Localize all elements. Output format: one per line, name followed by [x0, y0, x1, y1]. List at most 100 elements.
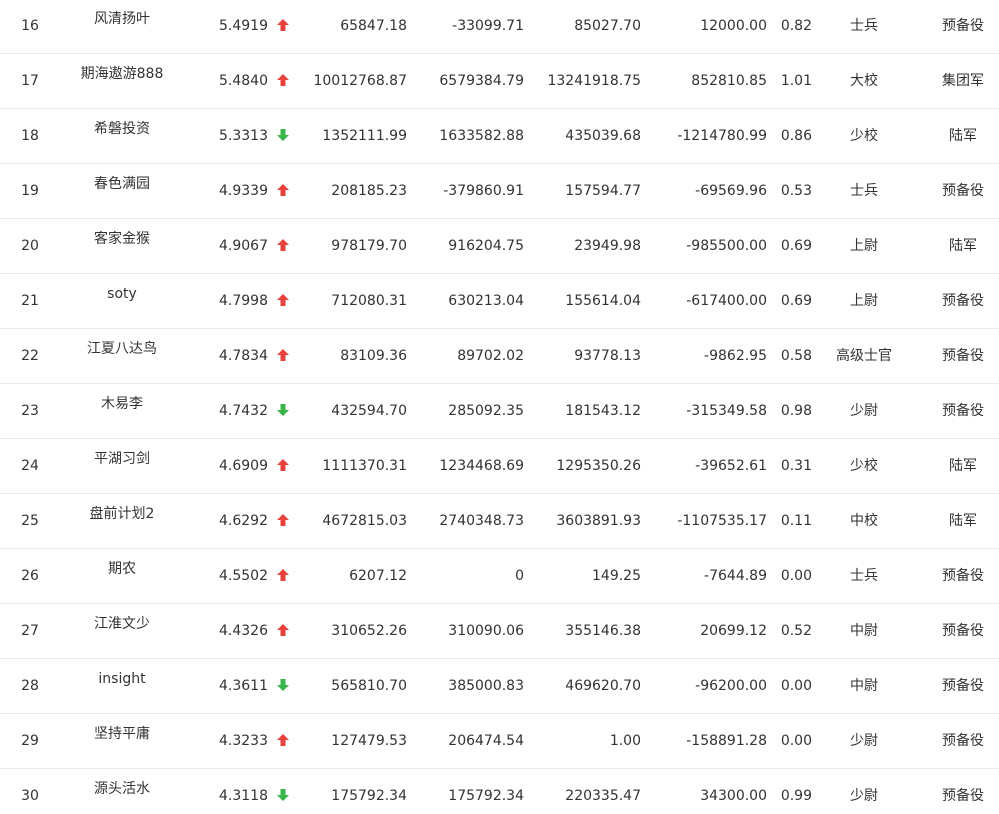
table-row: 17 期海遨游888 5.4840 10012768.87 6579384.79 1324…: [0, 54, 999, 109]
ratio-cell: 0.00: [780, 678, 812, 694]
value-4-cell: -158891.28: [686, 733, 767, 749]
rank-cell: 30: [21, 788, 39, 804]
score-cell: 4.3118: [219, 788, 268, 804]
table-row: 29 坚持平庸 4.3233 127479.53 206474.54 1.00 -15889…: [0, 714, 999, 769]
table-row: 18 希磐投资 5.3313 1352111.99 1633582.88 435039.6…: [0, 109, 999, 164]
value-1-cell: 712080.31: [331, 293, 407, 309]
user-name-link[interactable]: 希磐投资: [62, 102, 182, 157]
table-row: 20 客家金猴 4.9067 978179.70 916204.75 23949.98 -9…: [0, 219, 999, 274]
ratio-cell: 0.31: [780, 458, 812, 474]
arrow-up-icon: [274, 604, 292, 659]
value-3-cell: 355146.38: [565, 623, 641, 639]
ratio-cell: 0.52: [780, 623, 812, 639]
user-name-link[interactable]: soty: [62, 267, 182, 322]
user-name-link[interactable]: 平湖习剑: [62, 432, 182, 487]
rank-cell: 20: [21, 238, 39, 254]
value-3-cell: 155614.04: [565, 293, 641, 309]
rank-cell: 25: [21, 513, 39, 529]
military-rank-cell: 上尉: [850, 293, 878, 309]
user-name-link[interactable]: 期农: [62, 542, 182, 597]
score-cell: 4.7834: [219, 348, 268, 364]
value-1-cell: 1352111.99: [322, 128, 407, 144]
value-3-cell: 13241918.75: [547, 73, 641, 89]
table-row: 22 江夏八达鸟 4.7834 83109.36 89702.02 93778.13 -98…: [0, 329, 999, 384]
military-rank-cell: 中校: [850, 513, 878, 529]
table-row: 28 insight 4.3611 565810.70 385000.83 469620.…: [0, 659, 999, 714]
value-4-cell: -69569.96: [695, 183, 767, 199]
military-rank-cell: 士兵: [850, 18, 878, 34]
value-2-cell: 2740348.73: [439, 513, 524, 529]
ratio-cell: 0.11: [780, 513, 812, 529]
table-row: 23 木易李 4.7432 432594.70 285092.35 181543.12 -3…: [0, 384, 999, 439]
rank-cell: 29: [21, 733, 39, 749]
table-row: 26 期农 4.5502 6207.12 0 149.25 -7644.89 0.00 士兵 预备…: [0, 549, 999, 604]
army-cell: 预备役: [942, 678, 984, 694]
value-2-cell: 1633582.88: [439, 128, 524, 144]
value-1-cell: 175792.34: [331, 788, 407, 804]
value-1-cell: 127479.53: [331, 733, 407, 749]
value-2-cell: 89702.02: [457, 348, 524, 364]
military-rank-cell: 少校: [850, 458, 878, 474]
user-name-link[interactable]: 风清扬叶: [62, 0, 182, 47]
score-cell: 4.6909: [219, 458, 268, 474]
military-rank-cell: 大校: [850, 73, 878, 89]
arrow-up-icon: [274, 274, 292, 329]
arrow-up-icon: [274, 714, 292, 769]
ratio-cell: 0.69: [780, 293, 812, 309]
military-rank-cell: 少校: [850, 128, 878, 144]
user-name-link[interactable]: 客家金猴: [62, 212, 182, 267]
value-3-cell: 435039.68: [565, 128, 641, 144]
value-2-cell: 385000.83: [448, 678, 524, 694]
value-3-cell: 181543.12: [565, 403, 641, 419]
value-4-cell: 12000.00: [700, 18, 767, 34]
user-name-link[interactable]: 春色满园: [62, 157, 182, 212]
military-rank-cell: 少尉: [850, 403, 878, 419]
user-name-link[interactable]: 期海遨游888: [62, 47, 182, 102]
value-1-cell: 432594.70: [331, 403, 407, 419]
rank-cell: 22: [21, 348, 39, 364]
army-cell: 陆军: [949, 513, 977, 529]
user-name-link[interactable]: 木易李: [62, 377, 182, 432]
rank-cell: 18: [21, 128, 39, 144]
value-3-cell: 220335.47: [565, 788, 641, 804]
rank-cell: 28: [21, 678, 39, 694]
table-row: 25 盘前计划2 4.6292 4672815.03 2740348.73 3603891…: [0, 494, 999, 549]
rank-cell: 17: [21, 73, 39, 89]
value-3-cell: 85027.70: [574, 18, 641, 34]
ratio-cell: 0.98: [780, 403, 812, 419]
arrow-up-icon: [274, 329, 292, 384]
arrow-up-icon: [274, 54, 292, 109]
army-cell: 陆军: [949, 458, 977, 474]
value-2-cell: 0: [515, 568, 524, 584]
army-cell: 预备役: [942, 293, 984, 309]
army-cell: 预备役: [942, 788, 984, 804]
user-name-link[interactable]: 源头活水: [62, 762, 182, 814]
user-name-link[interactable]: 江淮文少: [62, 597, 182, 652]
value-4-cell: -617400.00: [686, 293, 767, 309]
value-1-cell: 1111370.31: [322, 458, 407, 474]
score-cell: 4.6292: [219, 513, 268, 529]
value-2-cell: 175792.34: [448, 788, 524, 804]
value-1-cell: 65847.18: [340, 18, 407, 34]
army-cell: 集团军: [942, 73, 984, 89]
military-rank-cell: 少尉: [850, 788, 878, 804]
value-3-cell: 23949.98: [574, 238, 641, 254]
arrow-down-icon: [274, 659, 292, 714]
ratio-cell: 0.69: [780, 238, 812, 254]
army-cell: 预备役: [942, 348, 984, 364]
user-name-link[interactable]: 江夏八达鸟: [62, 322, 182, 377]
user-name-link[interactable]: insight: [62, 652, 182, 707]
user-name-link[interactable]: 坚持平庸: [62, 707, 182, 762]
table-row: 16 风清扬叶 5.4919 65847.18 -33099.71 85027.70 120…: [0, 0, 999, 54]
value-3-cell: 1295350.26: [556, 458, 641, 474]
user-name-link[interactable]: 盘前计划2: [62, 487, 182, 542]
value-2-cell: -379860.91: [443, 183, 524, 199]
army-cell: 预备役: [942, 183, 984, 199]
value-1-cell: 4672815.03: [322, 513, 407, 529]
military-rank-cell: 士兵: [850, 183, 878, 199]
score-cell: 4.3233: [219, 733, 268, 749]
rank-cell: 24: [21, 458, 39, 474]
arrow-up-icon: [274, 0, 292, 54]
ratio-cell: 0.58: [780, 348, 812, 364]
value-1-cell: 310652.26: [331, 623, 407, 639]
